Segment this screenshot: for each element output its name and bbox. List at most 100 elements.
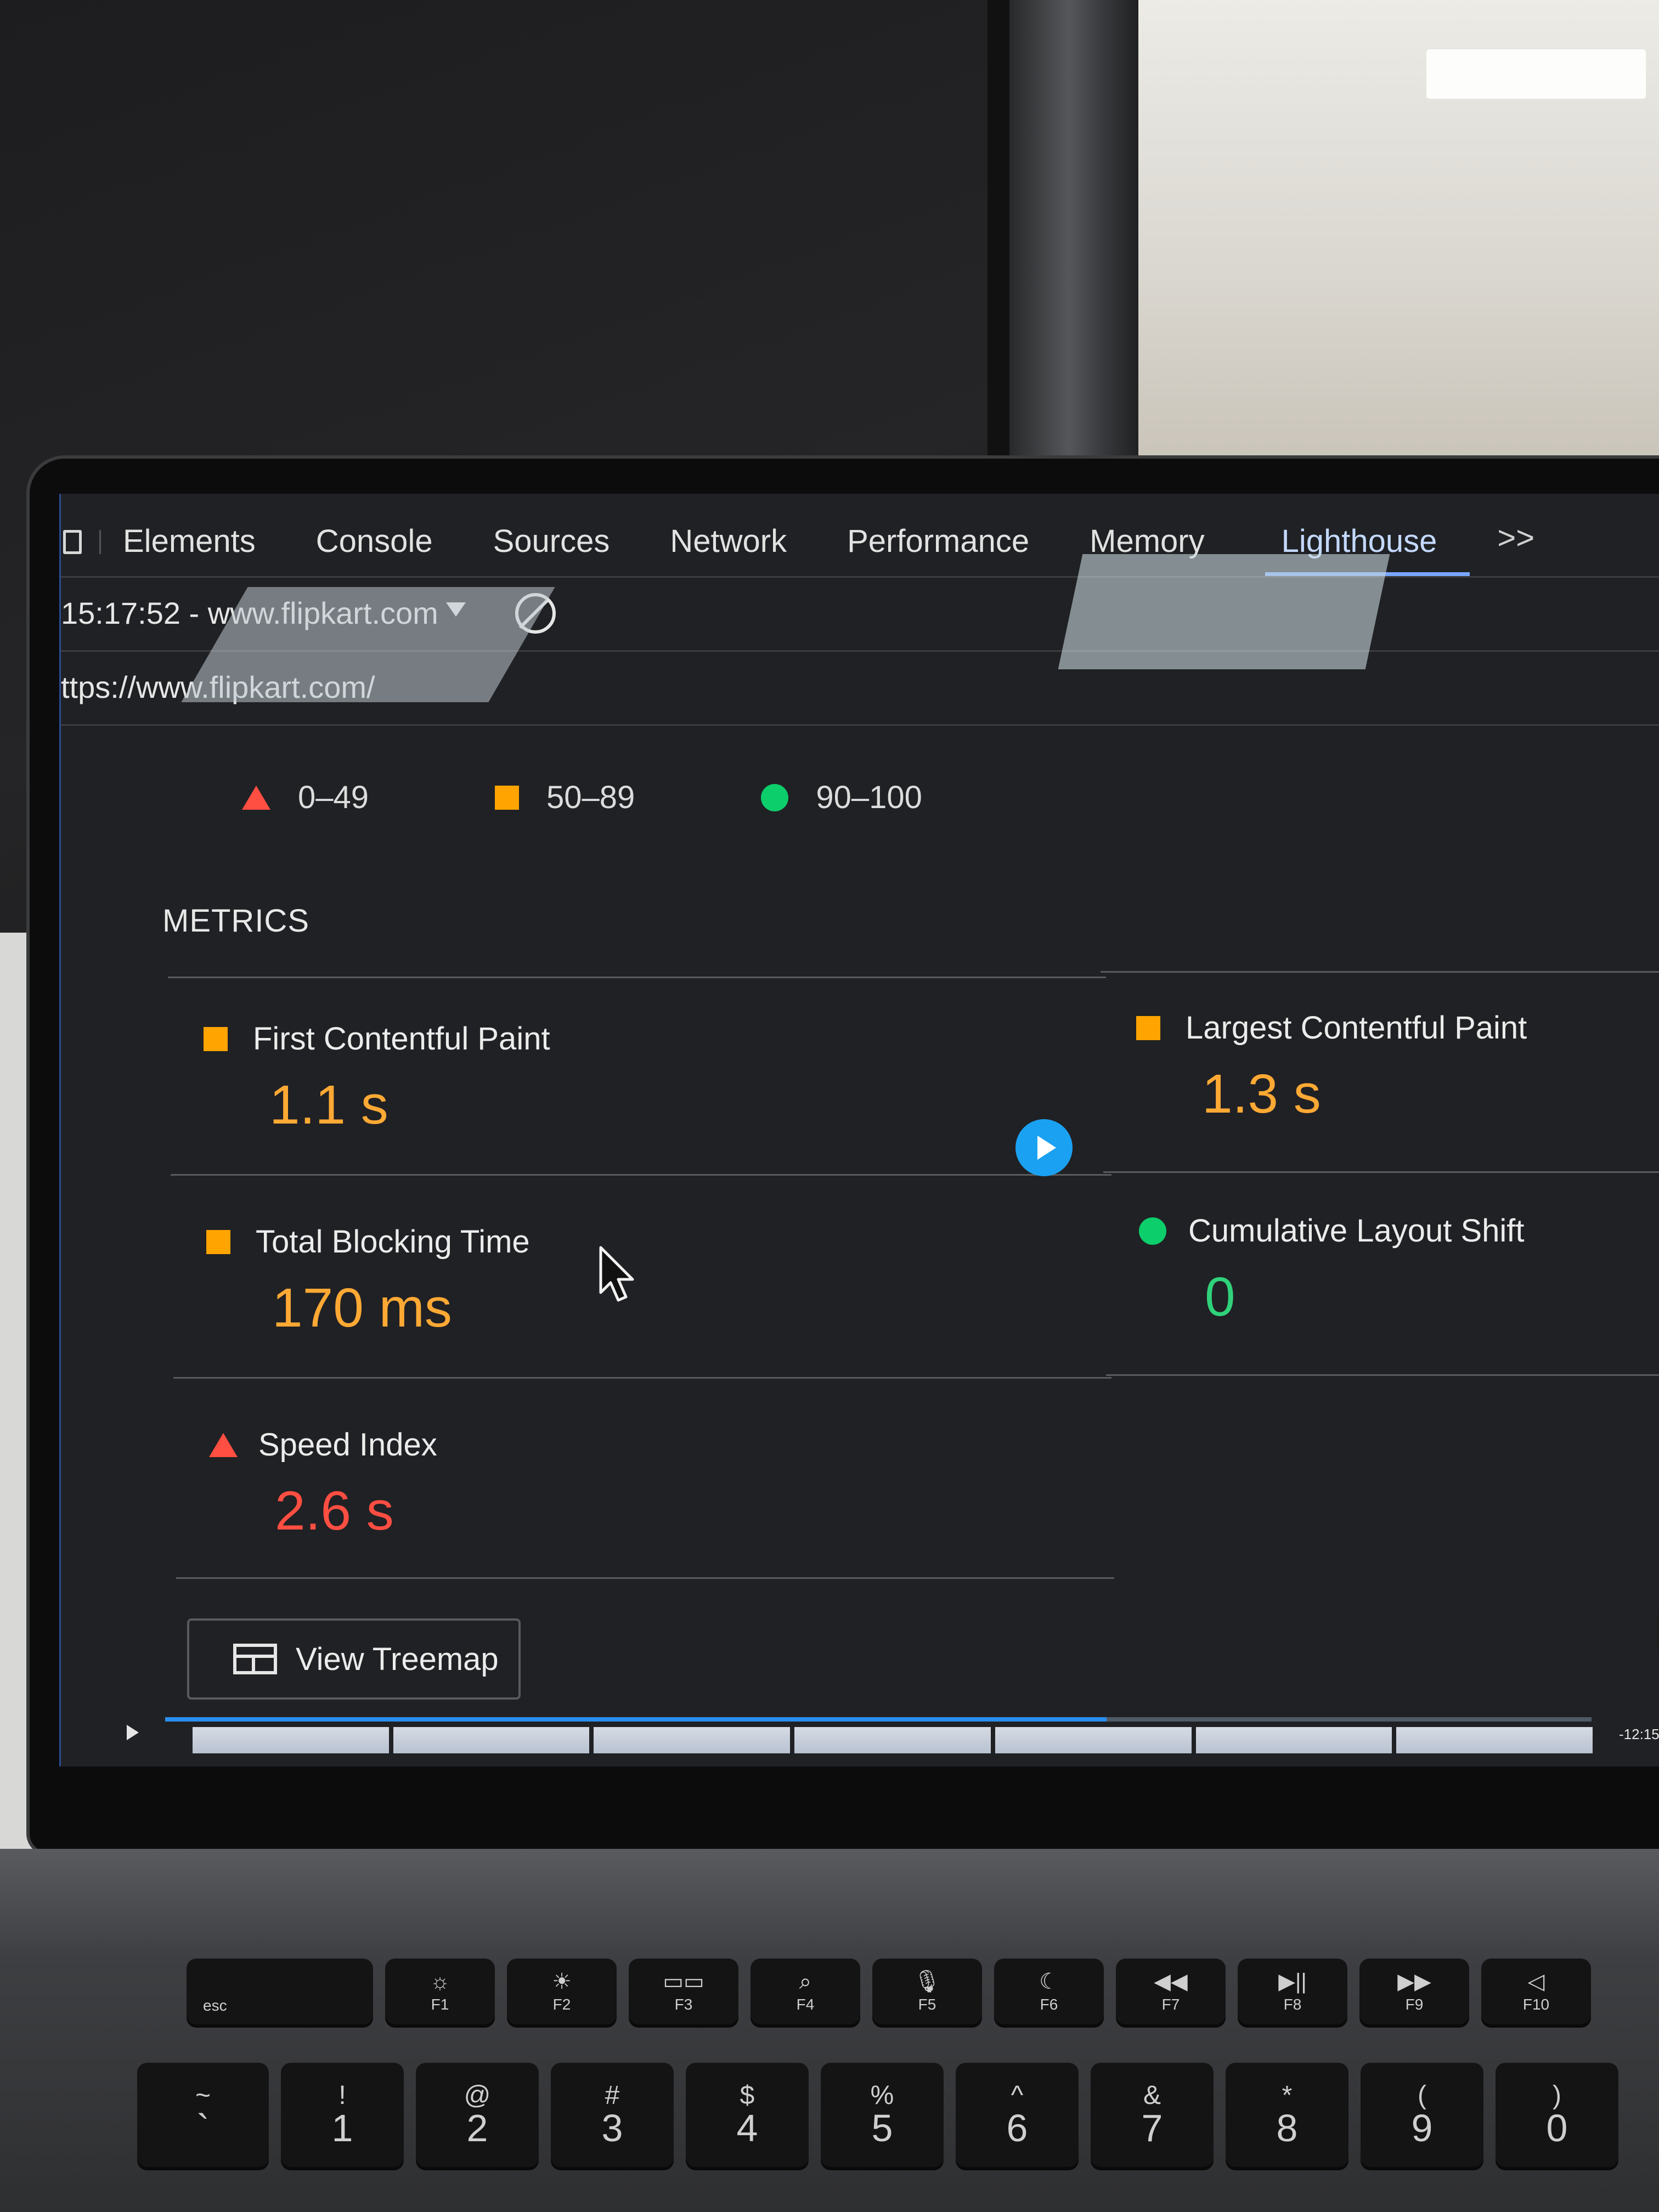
player-play-icon[interactable] [127,1725,139,1740]
tab-elements[interactable]: Elements [123,523,256,576]
key-shift-label: % [870,2081,894,2110]
key-f9[interactable]: ▶▶ F9 [1359,1959,1469,2024]
key-2[interactable]: @2 [416,2063,539,2167]
metrics-heading: METRICS [162,903,309,939]
tab-console[interactable]: Console [316,523,433,576]
key-symbol-icon: ⌕ [799,1970,812,1994]
key-shift-label: ) [1553,2081,1561,2110]
key-shift-label: ! [338,2081,346,2110]
laptop-keyboard-deck: esc ☼ F1 ☀ F2 ▭▭ F3 ⌕ F4 🎙 F5 ☾ F6 ◀◀ F7 ▶|| F8 ▶▶ F9 ◁ F10 … [0,1849,1659,2212]
microphone-reflection [1657,1612,1659,1652]
key-shift-label: @ [464,2081,491,2110]
key-symbol-icon: 🎙 [913,1970,941,1994]
key-f7[interactable]: ◀◀ F7 [1116,1959,1226,2024]
key-f5[interactable]: 🎙 F5 [872,1959,982,2024]
key-f3[interactable]: ▭▭ F3 [629,1959,738,2024]
key-main-label: 6 [1006,2107,1028,2149]
key-main-label: 0 [1546,2107,1568,2149]
metric-value: 1.3 s [1202,1063,1321,1125]
key-f4[interactable]: ⌕ F4 [751,1959,860,2024]
dropdown-caret-icon[interactable] [445,602,466,617]
laptop-screen: Elements Console Sources Network Perform… [59,494,1659,1767]
player-progress-fill [165,1717,1107,1722]
orange-square-icon [1136,1015,1160,1040]
key-main-label: 3 [601,2107,623,2149]
key-symbol-icon: ◀◀ [1154,1970,1188,1994]
thumbnail [193,1727,389,1753]
thumbnail [995,1727,1192,1753]
key-shift-label: * [1282,2081,1293,2110]
tab-memory[interactable]: Memory [1090,523,1204,576]
metric-speed-index: Speed Index 2.6 s [209,1426,1032,1543]
key-symbol-icon: ☼ [430,1970,450,1994]
key-7[interactable]: & 7 [1091,2063,1214,2167]
more-tabs-button[interactable]: >> [1497,520,1534,576]
orange-square-icon [495,785,520,810]
metric-value: 1.1 s [269,1074,388,1136]
key-main-label: 5 [871,2107,893,2149]
key-symbol-icon: ▭▭ [663,1970,704,1994]
divider [168,977,1106,978]
legend-item-pass: 90–100 [761,779,922,816]
key-label: F4 [796,1996,815,2013]
key-main-label: ` [196,2107,210,2149]
video-player-bar: -12:15 [61,1717,1659,1761]
key-f8[interactable]: ▶|| F8 [1238,1959,1347,2024]
key-f1[interactable]: ☼ F1 [385,1959,495,2024]
key-esc[interactable]: esc [187,1959,373,2024]
key-f6[interactable]: ☾ F6 [994,1959,1104,2024]
key-5[interactable]: % 5 [821,2063,944,2167]
key-symbol-icon: ▶▶ [1397,1970,1431,1994]
divider [173,1377,1111,1379]
key-shift-label: ~ [195,2081,211,2110]
thumbnail [393,1727,590,1753]
monitor-stand-pole [1012,0,1138,466]
thumbnail [1396,1727,1593,1753]
key-f2[interactable]: ☀ F2 [507,1959,617,2024]
play-overlay-button[interactable] [1015,1119,1073,1176]
legend-label: 90–100 [816,780,922,815]
ceiling-light [1426,49,1646,99]
key-8[interactable]: * 8 [1226,2063,1348,2167]
key-`[interactable]: ~ ` [137,2063,269,2167]
divider [1103,1171,1659,1173]
key-label: F9 [1405,1996,1424,2013]
devtools-tab-bar: Elements Console Sources Network Perform… [61,494,1659,578]
key-shift-label: ( [1418,2081,1426,2110]
green-circle-icon [761,783,789,811]
tab-lighthouse[interactable]: Lighthouse [1265,523,1470,576]
player-progress-track[interactable] [165,1717,1592,1722]
view-treemap-button[interactable]: View Treemap [187,1618,521,1700]
number-key-row: ~ `! 1 @2 #3 $4% 5 ^ 6 & 7 * 8(9) 0 [137,2063,1630,2167]
device-toolbar-icon[interactable] [63,530,82,554]
key-symbol-icon: ▶|| [1278,1970,1307,1994]
clear-report-icon[interactable] [515,592,556,634]
key-main-label: 1 [331,2107,353,2149]
metric-name: Total Blocking Time [256,1224,530,1260]
key-3[interactable]: #3 [551,2063,674,2167]
report-selector[interactable]: 15:17:52 - www.flipkart.com [61,595,438,631]
key-symbol-icon: ☀ [552,1970,572,1994]
tab-network[interactable]: Network [670,523,787,576]
tab-performance[interactable]: Performance [847,523,1029,576]
key-1[interactable]: ! 1 [281,2063,404,2167]
key-main-label: 9 [1411,2107,1433,2149]
key-f10[interactable]: ◁ F10 [1481,1959,1591,2024]
tab-sources[interactable]: Sources [493,523,610,576]
divider [1106,1374,1659,1376]
thumbnail [1195,1727,1392,1753]
key-9[interactable]: (9 [1361,2063,1483,2167]
report-url[interactable]: ttps://www.flipkart.com/ [61,669,375,705]
legend-item-average: 50–89 [495,779,635,816]
divider [1101,971,1659,973]
score-legend: 0–49 50–89 90–100 [242,779,1048,816]
metric-largest-contentful-paint: Largest Contentful Paint 1.3 s [1136,1009,1659,1126]
photo-scene: Elements Console Sources Network Perform… [0,0,1659,2212]
tab-divider [99,530,101,554]
key-0[interactable]: ) 0 [1496,2063,1618,2167]
green-circle-icon [1139,1217,1166,1245]
key-4[interactable]: $4 [686,2063,809,2167]
orange-square-icon [206,1229,230,1254]
key-6[interactable]: ^ 6 [956,2063,1079,2167]
key-main-label: 7 [1141,2107,1163,2149]
